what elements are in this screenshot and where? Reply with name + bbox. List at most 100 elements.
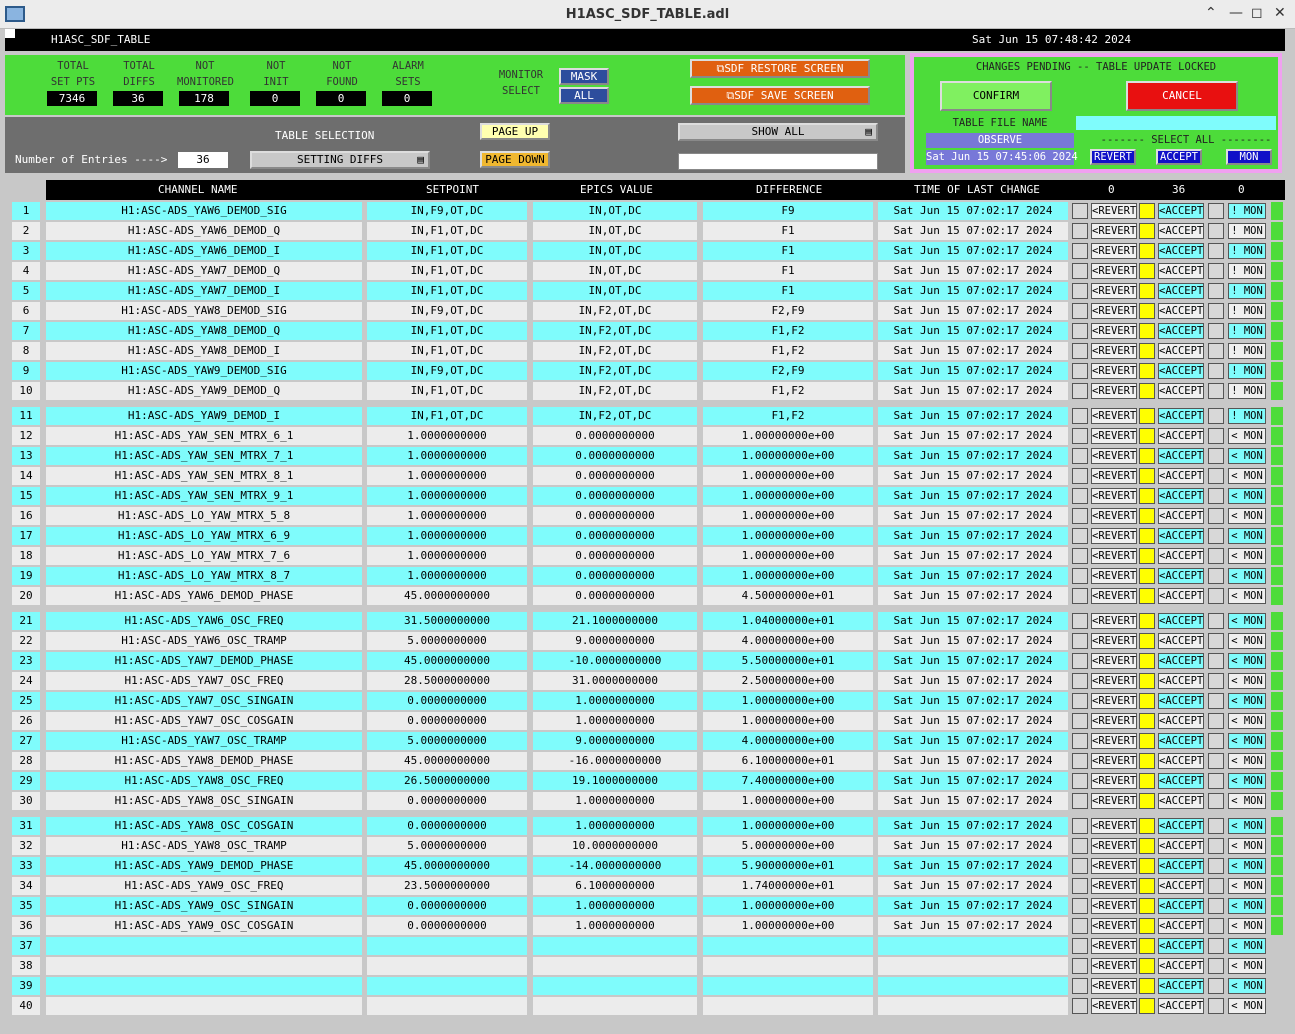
mon-checkbox[interactable]	[1208, 488, 1224, 504]
accept-button[interactable]: <ACCEPT	[1158, 303, 1204, 319]
revert-button[interactable]: <REVERT	[1091, 508, 1137, 524]
mon-button[interactable]: ! MON	[1228, 383, 1266, 399]
accept-checkbox[interactable]	[1139, 223, 1155, 239]
accept-button[interactable]: <ACCEPT	[1158, 918, 1204, 934]
revert-button[interactable]: <REVERT	[1091, 488, 1137, 504]
revert-button[interactable]: <REVERT	[1091, 713, 1137, 729]
accept-checkbox[interactable]	[1139, 858, 1155, 874]
mon-checkbox[interactable]	[1208, 243, 1224, 259]
all-button[interactable]: ALL	[559, 87, 609, 104]
mon-button[interactable]: < MON	[1228, 733, 1266, 749]
accept-checkbox[interactable]	[1139, 363, 1155, 379]
close-icon[interactable]: ✕	[1274, 5, 1286, 21]
table-selection-dropdown[interactable]: SETTING DIFFS ▤	[250, 151, 430, 169]
accept-checkbox[interactable]	[1139, 203, 1155, 219]
revert-button[interactable]: <REVERT	[1091, 878, 1137, 894]
accept-checkbox[interactable]	[1139, 428, 1155, 444]
revert-checkbox[interactable]	[1072, 243, 1088, 259]
accept-button[interactable]: <ACCEPT	[1158, 428, 1204, 444]
revert-checkbox[interactable]	[1072, 203, 1088, 219]
accept-all-button[interactable]: ACCEPT	[1156, 149, 1202, 165]
revert-button[interactable]: <REVERT	[1091, 653, 1137, 669]
accept-button[interactable]: <ACCEPT	[1158, 343, 1204, 359]
revert-button[interactable]: <REVERT	[1091, 978, 1137, 994]
mon-checkbox[interactable]	[1208, 588, 1224, 604]
accept-checkbox[interactable]	[1139, 713, 1155, 729]
revert-button[interactable]: <REVERT	[1091, 568, 1137, 584]
accept-button[interactable]: <ACCEPT	[1158, 408, 1204, 424]
mon-button[interactable]: ! MON	[1228, 303, 1266, 319]
accept-checkbox[interactable]	[1139, 773, 1155, 789]
revert-checkbox[interactable]	[1072, 323, 1088, 339]
mon-button[interactable]: ! MON	[1228, 203, 1266, 219]
accept-button[interactable]: <ACCEPT	[1158, 528, 1204, 544]
mon-button[interactable]: < MON	[1228, 838, 1266, 854]
mon-button[interactable]: ! MON	[1228, 223, 1266, 239]
mon-button[interactable]: < MON	[1228, 793, 1266, 809]
revert-all-button[interactable]: REVERT	[1090, 149, 1136, 165]
sdf-restore-screen-button[interactable]: ⧉SDF RESTORE SCREEN	[690, 59, 870, 78]
mon-button[interactable]: < MON	[1228, 548, 1266, 564]
mon-button[interactable]: < MON	[1228, 488, 1266, 504]
accept-checkbox[interactable]	[1139, 588, 1155, 604]
revert-button[interactable]: <REVERT	[1091, 468, 1137, 484]
accept-checkbox[interactable]	[1139, 468, 1155, 484]
sdf-save-screen-button[interactable]: ⧉SDF SAVE SCREEN	[690, 86, 870, 105]
accept-button[interactable]: <ACCEPT	[1158, 223, 1204, 239]
accept-checkbox[interactable]	[1139, 528, 1155, 544]
mon-button[interactable]: < MON	[1228, 858, 1266, 874]
revert-checkbox[interactable]	[1072, 898, 1088, 914]
accept-checkbox[interactable]	[1139, 733, 1155, 749]
mon-checkbox[interactable]	[1208, 733, 1224, 749]
chevron-up-icon[interactable]: ⌃	[1205, 5, 1217, 21]
accept-checkbox[interactable]	[1139, 633, 1155, 649]
revert-checkbox[interactable]	[1072, 448, 1088, 464]
revert-checkbox[interactable]	[1072, 408, 1088, 424]
accept-checkbox[interactable]	[1139, 998, 1155, 1014]
revert-checkbox[interactable]	[1072, 653, 1088, 669]
revert-checkbox[interactable]	[1072, 568, 1088, 584]
revert-checkbox[interactable]	[1072, 428, 1088, 444]
revert-button[interactable]: <REVERT	[1091, 428, 1137, 444]
mon-checkbox[interactable]	[1208, 448, 1224, 464]
revert-checkbox[interactable]	[1072, 793, 1088, 809]
mon-checkbox[interactable]	[1208, 408, 1224, 424]
accept-checkbox[interactable]	[1139, 303, 1155, 319]
confirm-button[interactable]: CONFIRM	[940, 81, 1052, 111]
accept-checkbox[interactable]	[1139, 548, 1155, 564]
revert-checkbox[interactable]	[1072, 693, 1088, 709]
accept-button[interactable]: <ACCEPT	[1158, 818, 1204, 834]
mon-button[interactable]: < MON	[1228, 428, 1266, 444]
page-up-button[interactable]: PAGE UP	[480, 123, 550, 140]
revert-checkbox[interactable]	[1072, 998, 1088, 1014]
mon-button[interactable]: < MON	[1228, 918, 1266, 934]
table-file-field[interactable]	[1076, 116, 1276, 130]
accept-button[interactable]: <ACCEPT	[1158, 673, 1204, 689]
accept-checkbox[interactable]	[1139, 793, 1155, 809]
accept-button[interactable]: <ACCEPT	[1158, 998, 1204, 1014]
revert-checkbox[interactable]	[1072, 283, 1088, 299]
revert-button[interactable]: <REVERT	[1091, 223, 1137, 239]
revert-checkbox[interactable]	[1072, 383, 1088, 399]
accept-button[interactable]: <ACCEPT	[1158, 613, 1204, 629]
mon-button[interactable]: < MON	[1228, 938, 1266, 954]
accept-button[interactable]: <ACCEPT	[1158, 633, 1204, 649]
revert-button[interactable]: <REVERT	[1091, 998, 1137, 1014]
revert-button[interactable]: <REVERT	[1091, 753, 1137, 769]
mon-checkbox[interactable]	[1208, 323, 1224, 339]
show-all-dropdown[interactable]: SHOW ALL ▤	[678, 123, 878, 141]
mon-checkbox[interactable]	[1208, 428, 1224, 444]
revert-checkbox[interactable]	[1072, 223, 1088, 239]
revert-checkbox[interactable]	[1072, 613, 1088, 629]
accept-checkbox[interactable]	[1139, 283, 1155, 299]
accept-checkbox[interactable]	[1139, 408, 1155, 424]
mon-checkbox[interactable]	[1208, 938, 1224, 954]
mon-checkbox[interactable]	[1208, 633, 1224, 649]
mon-checkbox[interactable]	[1208, 978, 1224, 994]
revert-button[interactable]: <REVERT	[1091, 548, 1137, 564]
accept-button[interactable]: <ACCEPT	[1158, 773, 1204, 789]
revert-button[interactable]: <REVERT	[1091, 383, 1137, 399]
accept-button[interactable]: <ACCEPT	[1158, 693, 1204, 709]
revert-checkbox[interactable]	[1072, 753, 1088, 769]
mon-button[interactable]: < MON	[1228, 773, 1266, 789]
